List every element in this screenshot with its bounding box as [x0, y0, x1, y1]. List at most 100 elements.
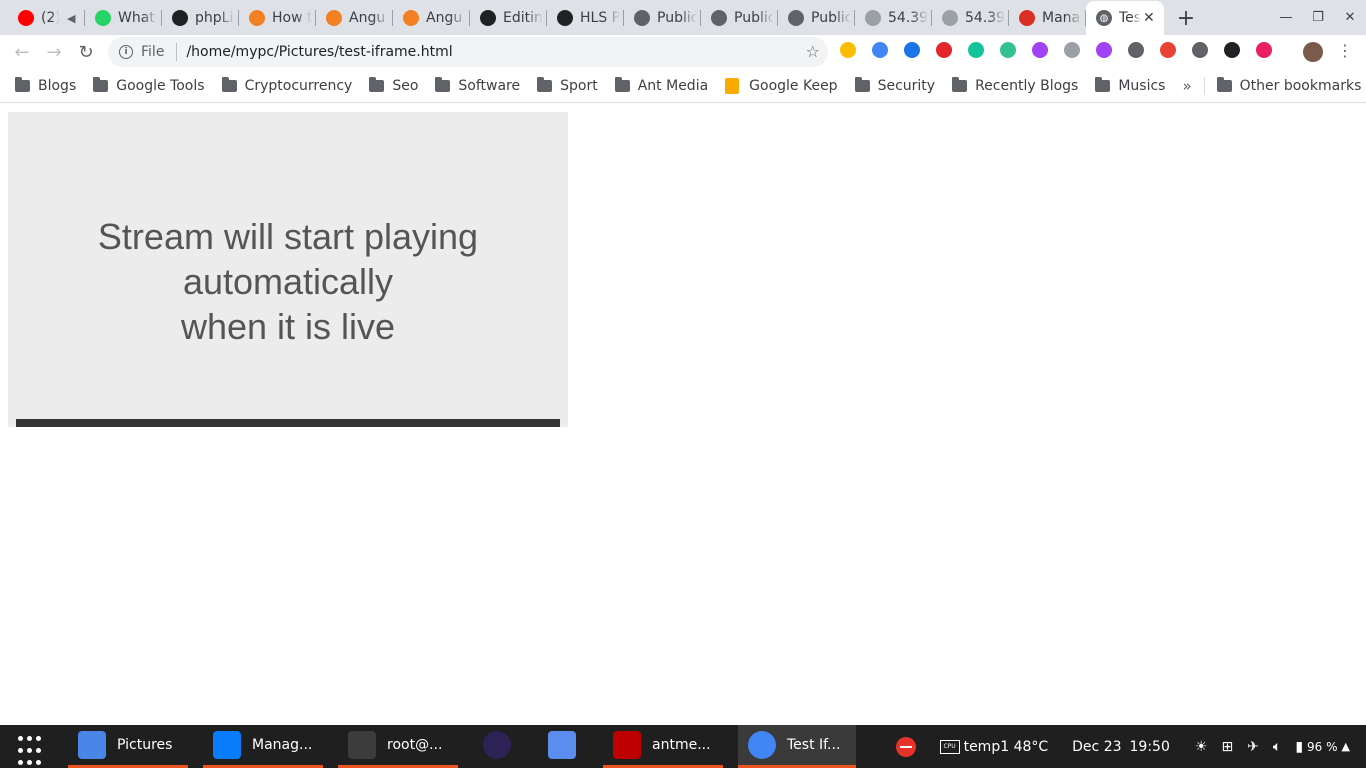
- youtube-icon: [18, 10, 34, 26]
- files-icon: [78, 731, 106, 759]
- info-icon[interactable]: i: [119, 45, 133, 59]
- restore-icon[interactable]: ❐: [1302, 0, 1334, 34]
- tab-active[interactable]: ◍ Tes ✕: [1086, 1, 1164, 35]
- other-bookmarks[interactable]: Other bookmarks: [1216, 76, 1361, 94]
- tab[interactable]: Angu: [393, 1, 470, 35]
- bookmark-item[interactable]: Sport: [537, 76, 598, 94]
- pen-ext-icon[interactable]: [1096, 42, 1112, 58]
- tab[interactable]: HLS P: [547, 1, 624, 35]
- close-window-icon[interactable]: ✕: [1334, 0, 1366, 34]
- tab[interactable]: (2) ◀︎: [8, 1, 85, 35]
- code-ext-icon[interactable]: [1064, 42, 1080, 58]
- menu-kebab-icon[interactable]: ⋮: [1337, 41, 1353, 60]
- taskbar-item[interactable]: Pictures: [68, 725, 188, 768]
- tab[interactable]: Mana: [1009, 1, 1086, 35]
- do-not-disturb-icon[interactable]: [895, 736, 916, 757]
- bookmark-item[interactable]: Ant Media: [614, 76, 708, 94]
- phpliteadmin-icon: [172, 10, 188, 26]
- film-ext-icon[interactable]: [1192, 42, 1208, 58]
- taskbar-item[interactable]: [473, 725, 523, 768]
- bookmark-label: Blogs: [38, 77, 77, 94]
- adblock-plus-icon[interactable]: [936, 42, 952, 58]
- player-control-bar[interactable]: [16, 419, 560, 427]
- app-grid-icon[interactable]: [0, 725, 58, 768]
- globe-icon: [788, 10, 804, 26]
- close-icon[interactable]: ✕: [1143, 10, 1155, 26]
- a-ext-icon[interactable]: [904, 42, 920, 58]
- audio-playing-icon[interactable]: ◀︎: [67, 12, 75, 25]
- date[interactable]: Dec 23: [1072, 739, 1121, 755]
- taskbar-item[interactable]: [538, 725, 588, 768]
- chrome-icon: [748, 731, 776, 759]
- bookmarks-bar: Blogs Google Tools Cryptocurrency Seo Softwa…: [0, 69, 1366, 103]
- minimize-icon[interactable]: —: [1270, 0, 1302, 34]
- bookmark-label: Software: [458, 77, 521, 94]
- avatar[interactable]: [1303, 42, 1323, 62]
- folder-icon: [221, 76, 237, 92]
- taskbar-item[interactable]: root@...: [338, 725, 458, 768]
- bookmark-item[interactable]: Software: [435, 76, 521, 94]
- tab[interactable]: 54.39: [932, 1, 1009, 35]
- webstorm-icon: [213, 731, 241, 759]
- m-ext-icon[interactable]: [1224, 42, 1240, 58]
- player-message-line: Stream will start playing: [97, 216, 479, 257]
- tab-title: 54.39: [888, 10, 928, 26]
- grammarly-icon[interactable]: [968, 42, 984, 58]
- globe-icon: [711, 10, 727, 26]
- tab[interactable]: phpLi: [162, 1, 239, 35]
- tab[interactable]: Public: [624, 1, 701, 35]
- bookmark-item[interactable]: Cryptocurrency: [221, 76, 352, 94]
- globe-icon: [942, 10, 958, 26]
- bookmark-item[interactable]: Musics: [1095, 76, 1165, 94]
- bookmark-star-icon[interactable]: ☆: [806, 42, 820, 61]
- cookie-ext-icon[interactable]: [1160, 42, 1176, 58]
- bookmark-item[interactable]: Google Tools: [93, 76, 205, 94]
- tab-title: Angu: [426, 10, 463, 26]
- brightness-icon[interactable]: ☀: [1195, 739, 1208, 755]
- url-scheme: File: [141, 44, 165, 60]
- tab-title: Editin: [503, 10, 543, 26]
- back-arrow-icon[interactable]: ←: [6, 36, 38, 68]
- translate-ext-icon[interactable]: [872, 42, 888, 58]
- purple-ext-icon[interactable]: [1032, 42, 1048, 58]
- tab[interactable]: Editin: [470, 1, 547, 35]
- bookmark-item[interactable]: Security: [854, 76, 935, 94]
- volume-icon[interactable]: 🔈︎: [1273, 739, 1281, 755]
- keep-ext-icon[interactable]: [840, 42, 856, 58]
- audio-ext-icon[interactable]: [1000, 42, 1016, 58]
- tab[interactable]: How t: [239, 1, 316, 35]
- clock[interactable]: 19:50: [1130, 739, 1170, 755]
- heart-ext-icon[interactable]: [1256, 42, 1272, 58]
- airplane-icon[interactable]: ✈: [1247, 739, 1259, 755]
- taskbar-item[interactable]: Manag...: [203, 725, 323, 768]
- url-text[interactable]: /home/mypc/Pictures/test-iframe.html: [186, 44, 452, 60]
- tab[interactable]: What: [85, 1, 162, 35]
- tab[interactable]: 54.39: [855, 1, 932, 35]
- tab[interactable]: Angu: [316, 1, 393, 35]
- temperature-readout[interactable]: temp1 48°C: [964, 739, 1049, 755]
- network-icon[interactable]: ⊞: [1221, 739, 1233, 755]
- new-tab-button[interactable]: +: [1164, 1, 1208, 35]
- tab[interactable]: Public: [778, 1, 855, 35]
- c-ext-icon[interactable]: [1128, 42, 1144, 58]
- forward-arrow-icon[interactable]: →: [38, 36, 70, 68]
- window-controls: — ❐ ✕: [1270, 0, 1366, 34]
- bookmark-item[interactable]: Seo: [369, 76, 418, 94]
- bookmark-item[interactable]: Recently Blogs: [952, 76, 1078, 94]
- battery-icon[interactable]: ▮: [1295, 739, 1303, 755]
- bookmark-item[interactable]: Google Keep: [725, 77, 838, 94]
- reload-icon[interactable]: ↻: [70, 36, 102, 68]
- tab[interactable]: Public: [701, 1, 778, 35]
- taskbar-item[interactable]: Test If...: [738, 725, 856, 768]
- tray-menu-icon[interactable]: ▲: [1342, 740, 1350, 753]
- tab-strip: (2) ◀︎ What phpLi How t Angu Angu Editin HLS P Pu…: [0, 0, 1366, 35]
- bookmark-label: Google Tools: [116, 77, 205, 94]
- stream-player[interactable]: Stream will start playing automatically …: [8, 112, 568, 427]
- address-bar[interactable]: i File /home/mypc/Pictures/test-iframe.h…: [108, 37, 828, 67]
- cpu-icon: CPU: [939, 739, 960, 754]
- google-keep-icon: [725, 77, 740, 94]
- tab-title: Angu: [349, 10, 386, 26]
- taskbar-item[interactable]: antme...: [603, 725, 723, 768]
- bookmarks-overflow-button[interactable]: »: [1182, 77, 1191, 95]
- bookmark-item[interactable]: Blogs: [15, 76, 77, 94]
